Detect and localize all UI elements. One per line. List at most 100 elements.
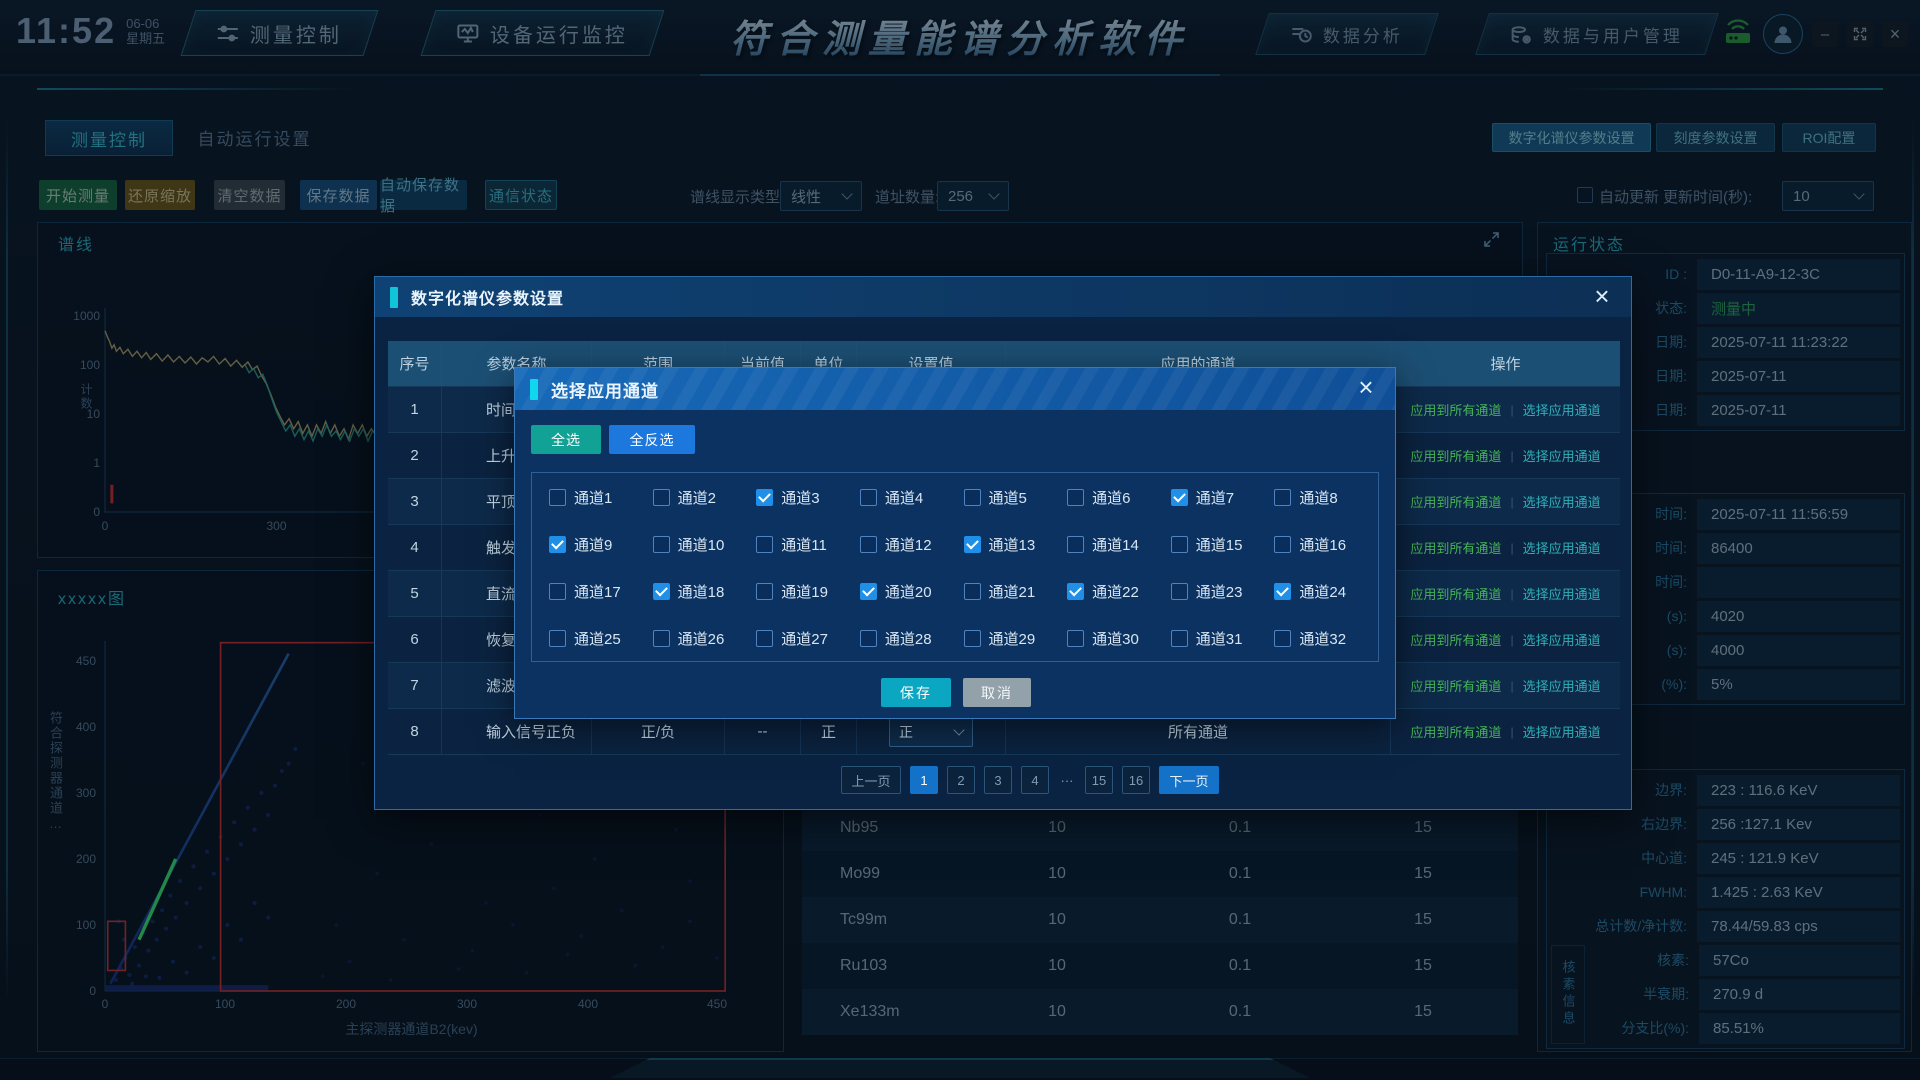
channel-checkbox-item[interactable]: 通道23 [1171,581,1275,602]
select-apply-channels-link[interactable]: 选择应用通道 [1523,400,1601,419]
select-apply-channels-link[interactable]: 选择应用通道 [1523,584,1601,603]
channel-checkbox-item[interactable]: 通道13 [964,534,1068,555]
channel-checkbox-item[interactable]: 通道7 [1171,487,1275,508]
channel-checkbox[interactable] [1274,630,1291,647]
channel-checkbox[interactable] [1274,536,1291,553]
channel-checkbox[interactable] [756,583,773,600]
channel-checkbox[interactable] [549,583,566,600]
pagination-page[interactable]: 3 [984,766,1012,794]
channel-checkbox[interactable] [1067,536,1084,553]
channel-checkbox[interactable] [1171,630,1188,647]
select-all-button[interactable]: 全选 [531,425,601,454]
channel-checkbox-item[interactable]: 通道24 [1274,581,1378,602]
channel-checkbox[interactable] [1067,583,1084,600]
channel-label: 通道7 [1196,487,1234,508]
pagination-page[interactable]: 2 [947,766,975,794]
channel-checkbox-item[interactable]: 通道25 [549,628,653,649]
pagination-page[interactable]: 1 [910,766,938,794]
channel-checkbox-item[interactable]: 通道4 [860,487,964,508]
apply-all-channels-link[interactable]: 应用到所有通道 [1410,630,1501,649]
apply-all-channels-link[interactable]: 应用到所有通道 [1410,676,1501,695]
apply-all-channels-link[interactable]: 应用到所有通道 [1410,538,1501,557]
channel-checkbox[interactable] [1067,630,1084,647]
channel-checkbox-item[interactable]: 通道20 [860,581,964,602]
channel-checkbox-item[interactable]: 通道9 [549,534,653,555]
channel-checkbox[interactable] [860,536,877,553]
channel-checkbox-item[interactable]: 通道19 [756,581,860,602]
set-value-select[interactable]: 正 [889,717,973,747]
cell-operations: 应用到所有通道|选择应用通道 [1391,479,1620,524]
channel-checkbox-item[interactable]: 通道17 [549,581,653,602]
channel-checkbox[interactable] [756,489,773,506]
channel-checkbox[interactable] [549,536,566,553]
channel-checkbox-item[interactable]: 通道11 [756,534,860,555]
channel-checkbox[interactable] [1067,489,1084,506]
channel-checkbox-item[interactable]: 通道21 [964,581,1068,602]
channel-checkbox-item[interactable]: 通道28 [860,628,964,649]
pagination-page[interactable]: 15 [1085,766,1113,794]
channel-checkbox-item[interactable]: 通道26 [653,628,757,649]
channel-checkbox[interactable] [653,489,670,506]
select-apply-channels-link[interactable]: 选择应用通道 [1523,722,1601,741]
channel-checkbox[interactable] [756,630,773,647]
pagination-next[interactable]: 下一页 [1159,766,1219,794]
channel-checkbox-item[interactable]: 通道10 [653,534,757,555]
channel-checkbox-item[interactable]: 通道22 [1067,581,1171,602]
channel-checkbox-item[interactable]: 通道29 [964,628,1068,649]
select-apply-channels-link[interactable]: 选择应用通道 [1523,676,1601,695]
apply-all-channels-link[interactable]: 应用到所有通道 [1410,584,1501,603]
channel-checkbox[interactable] [1274,583,1291,600]
channel-checkbox[interactable] [653,583,670,600]
channel-checkbox-item[interactable]: 通道15 [1171,534,1275,555]
select-apply-channels-link[interactable]: 选择应用通道 [1523,492,1601,511]
checkbox-check-icon [655,584,668,597]
channel-checkbox[interactable] [653,536,670,553]
channel-checkbox-item[interactable]: 通道16 [1274,534,1378,555]
channel-checkbox-item[interactable]: 通道1 [549,487,653,508]
channel-checkbox[interactable] [549,489,566,506]
channel-checkbox[interactable] [964,630,981,647]
channel-checkbox[interactable] [653,630,670,647]
channel-checkbox-item[interactable]: 通道3 [756,487,860,508]
channel-checkbox[interactable] [549,630,566,647]
pagination-page[interactable]: 16 [1122,766,1150,794]
channel-checkbox-item[interactable]: 通道12 [860,534,964,555]
close-icon[interactable]: × [1351,372,1381,402]
channel-checkbox-item[interactable]: 通道32 [1274,628,1378,649]
apply-all-channels-link[interactable]: 应用到所有通道 [1410,446,1501,465]
channel-checkbox-item[interactable]: 通道2 [653,487,757,508]
channel-checkbox[interactable] [860,489,877,506]
channel-checkbox[interactable] [1171,583,1188,600]
select-apply-channels-link[interactable]: 选择应用通道 [1523,630,1601,649]
channel-checkbox[interactable] [860,583,877,600]
channel-checkbox[interactable] [1171,536,1188,553]
select-apply-channels-link[interactable]: 选择应用通道 [1523,446,1601,465]
channel-checkbox-item[interactable]: 通道14 [1067,534,1171,555]
channel-checkbox-item[interactable]: 通道5 [964,487,1068,508]
cancel-button[interactable]: 取消 [963,678,1031,707]
channel-checkbox[interactable] [756,536,773,553]
channel-checkbox[interactable] [860,630,877,647]
pagination-prev[interactable]: 上一页 [841,766,901,794]
channel-checkbox[interactable] [964,536,981,553]
channel-checkbox-item[interactable]: 通道6 [1067,487,1171,508]
save-button[interactable]: 保存 [881,678,951,707]
apply-all-channels-link[interactable]: 应用到所有通道 [1410,492,1501,511]
channel-checkbox[interactable] [964,489,981,506]
pagination-page[interactable]: 4 [1021,766,1049,794]
apply-all-channels-link[interactable]: 应用到所有通道 [1410,400,1501,419]
channel-checkbox[interactable] [964,583,981,600]
close-icon[interactable]: × [1587,281,1617,311]
channel-checkbox-item[interactable]: 通道31 [1171,628,1275,649]
channel-checkbox-item[interactable]: 通道18 [653,581,757,602]
select-apply-channels-link[interactable]: 选择应用通道 [1523,538,1601,557]
channel-checkbox-item[interactable]: 通道8 [1274,487,1378,508]
channel-checkbox[interactable] [1171,489,1188,506]
channel-label: 通道12 [885,534,932,555]
invert-selection-button[interactable]: 全反选 [609,425,695,454]
apply-all-channels-link[interactable]: 应用到所有通道 [1410,722,1501,741]
digitizer-params-dialog-header: 数字化谱仪参数设置 × [375,277,1631,317]
channel-checkbox-item[interactable]: 通道27 [756,628,860,649]
channel-checkbox[interactable] [1274,489,1291,506]
channel-checkbox-item[interactable]: 通道30 [1067,628,1171,649]
